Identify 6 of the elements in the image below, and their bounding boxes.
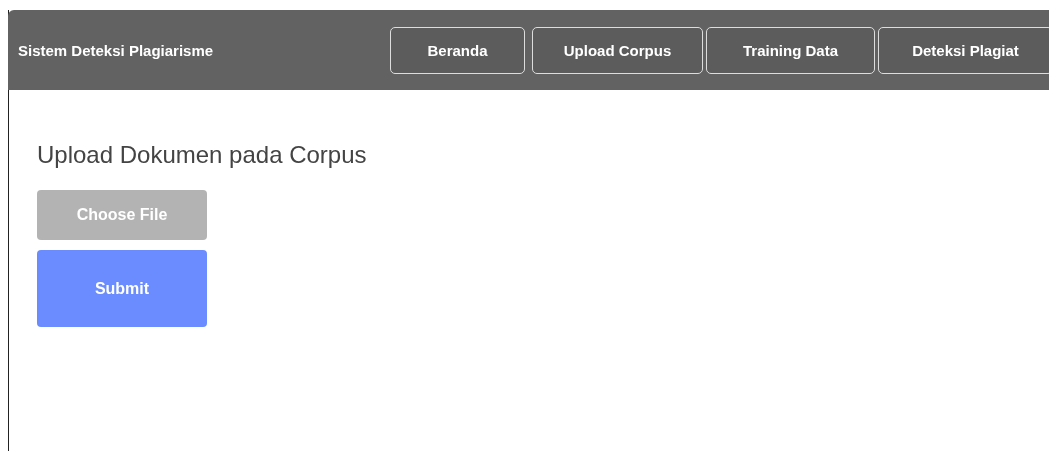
nav-tab[interactable]: Upload Corpus (532, 26, 703, 74)
site-title[interactable]: Sistem Deteksi Plagiarisme (18, 41, 390, 59)
nav-tab[interactable]: Training Data (706, 26, 875, 74)
nav-tab[interactable]: Deteksi Plagiat (878, 26, 1049, 74)
page-heading: Upload Dokumen pada Corpus (37, 140, 367, 170)
nav-tab[interactable]: Beranda (390, 26, 525, 74)
